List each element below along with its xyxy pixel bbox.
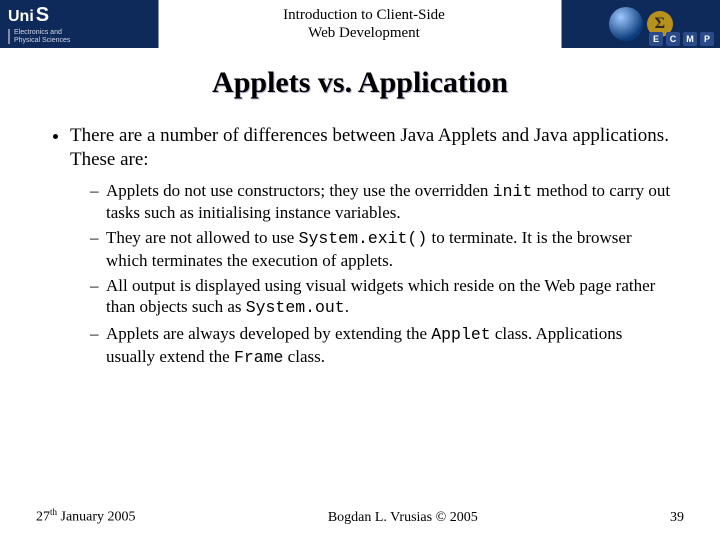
slide-header: UniS Electronics and Physical Sciences I… (0, 0, 720, 48)
slide-body: There are a number of differences betwee… (0, 100, 720, 368)
dept-line1: Electronics and (14, 29, 62, 36)
course-title: Introduction to Client-Side Web Developm… (166, 6, 561, 42)
department-name: Electronics and Physical Sciences (8, 29, 166, 44)
slide-footer: 27th January 2005 Bogdan L. Vrusias © 20… (0, 507, 720, 526)
globe-icon (609, 7, 643, 41)
logo-prefix: Uni (8, 8, 34, 26)
sub-bullet-4: Applets are always developed by extendin… (90, 323, 672, 368)
sub-bullet-1: Applets do not use constructors; they us… (90, 180, 672, 224)
slide-title: Applets vs. Application (0, 66, 720, 100)
intro-text: There are a number of differences betwee… (70, 125, 669, 170)
ecmp-e: E (649, 32, 663, 46)
footer-author: Bogdan L. Vrusias © 2005 (328, 510, 478, 526)
code-systemexit: System.exit() (299, 229, 428, 248)
ecmp-badges: E C M P (649, 32, 714, 46)
dept-line2: Physical Sciences (14, 37, 70, 44)
footer-page-number: 39 (670, 510, 684, 526)
university-logo: UniS (8, 4, 166, 27)
course-line2: Web Development (308, 25, 420, 41)
header-graphics: Σ E C M P (562, 0, 720, 48)
ecmp-c: C (666, 32, 680, 46)
course-title-block: Introduction to Client-Side Web Developm… (166, 6, 561, 42)
code-init: init (493, 182, 533, 201)
sub-bullet-3: All output is displayed using visual wid… (90, 275, 672, 319)
code-systemout: System.out (246, 298, 345, 317)
ecmp-p: P (700, 32, 714, 46)
institution-block: UniS Electronics and Physical Sciences (0, 0, 166, 48)
ecmp-m: M (683, 32, 697, 46)
logo-suffix: S (36, 4, 49, 27)
course-line1: Introduction to Client-Side (283, 7, 445, 23)
footer-date: 27th January 2005 (36, 507, 136, 526)
sub-bullet-2: They are not allowed to use System.exit(… (90, 227, 672, 271)
intro-bullet: There are a number of differences betwee… (70, 124, 672, 368)
code-applet: Applet (431, 325, 490, 344)
code-frame: Frame (234, 348, 283, 367)
